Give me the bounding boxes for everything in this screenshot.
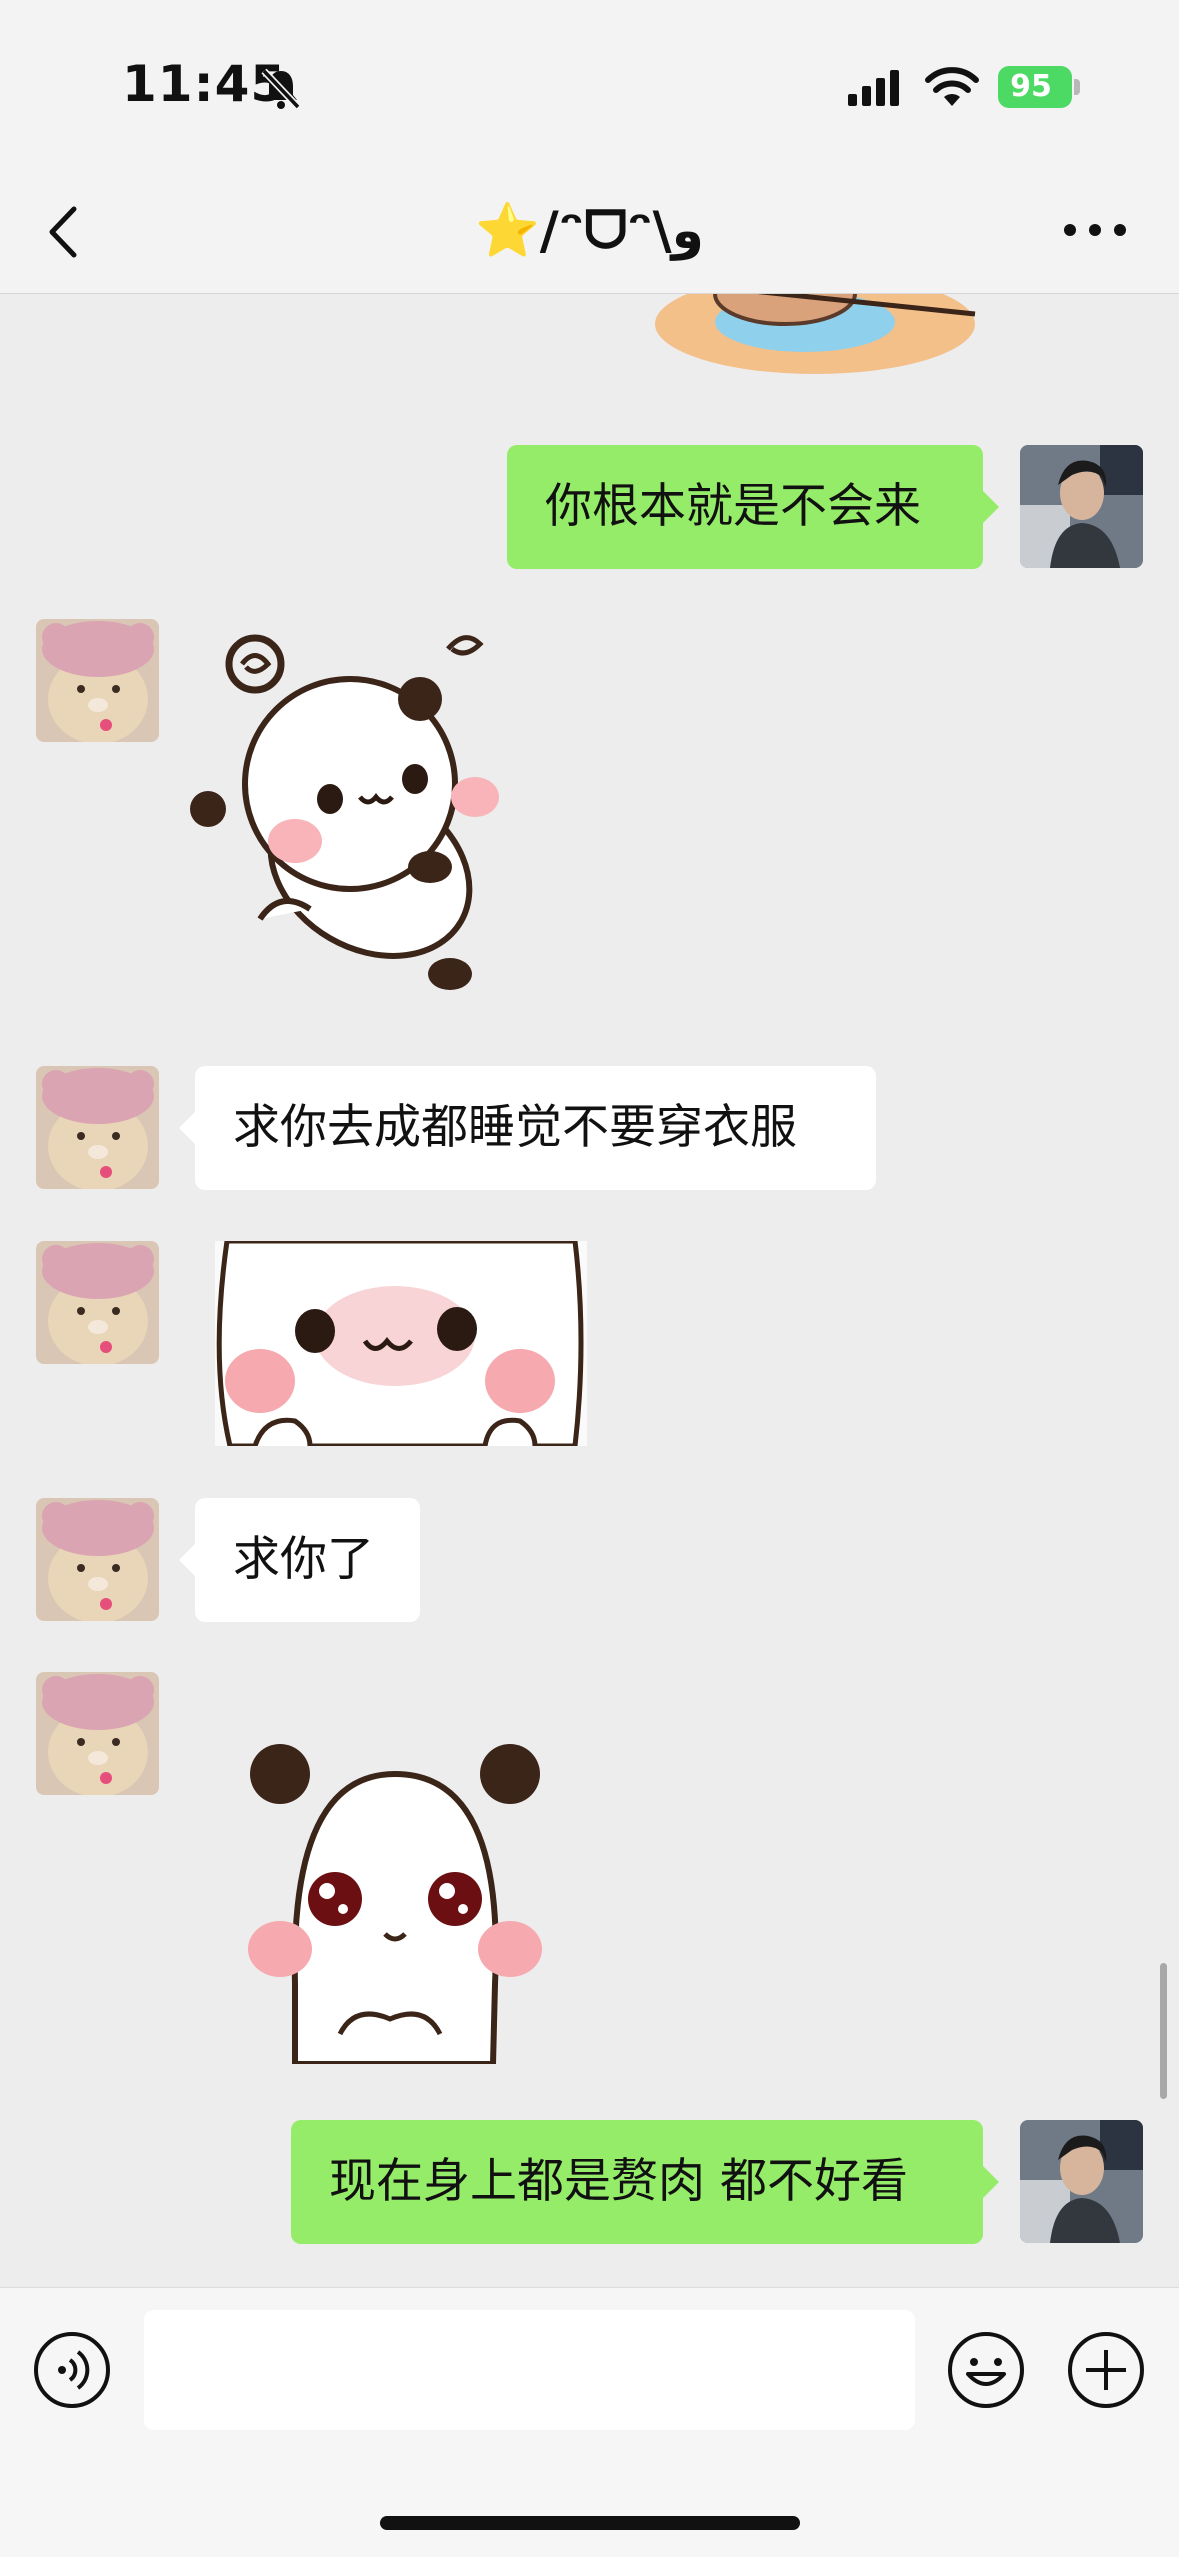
wifi-icon xyxy=(925,67,979,106)
battery-percentage: 95 xyxy=(1010,69,1052,104)
signal-icon xyxy=(848,70,899,106)
status-bar: 11:45 95 xyxy=(0,0,1179,170)
chevron-left-icon[interactable] xyxy=(40,197,90,267)
message-bubble-received[interactable]: 求你了 xyxy=(179,1498,420,1622)
home-indicator xyxy=(380,2516,800,2530)
avatar-contact[interactable] xyxy=(36,1066,159,1189)
message-bubble-sent[interactable]: 现在身上都是赘肉 都不好看 xyxy=(291,2120,999,2244)
ellipsis-icon[interactable] xyxy=(1060,215,1130,245)
avatar-contact[interactable] xyxy=(36,619,159,742)
sitting-panda-sticker-icon[interactable] xyxy=(225,1734,565,2064)
chat-title: ⭐️/ᵔᗜᵔ\و xyxy=(475,201,704,261)
avatar-me[interactable] xyxy=(1020,2120,1143,2243)
partial-sticker[interactable] xyxy=(655,294,985,394)
message-bubble-sent[interactable]: 你根本就是不会来 xyxy=(507,445,999,569)
avatar-contact[interactable] xyxy=(36,1241,159,1364)
battery-charging-icon: 95 xyxy=(998,66,1080,108)
message-text: 你根本就是不会来 xyxy=(545,479,921,534)
message-list[interactable]: 你根本就是不会来 求你去成都睡觉不要穿衣服 求你了 现在身上都是赘肉 都不好看 xyxy=(0,294,1179,2287)
message-input[interactable] xyxy=(144,2310,915,2430)
message-text: 求你了 xyxy=(233,1532,374,1587)
scrollbar[interactable] xyxy=(1160,1963,1167,2099)
input-bar xyxy=(0,2287,1179,2557)
bell-muted-icon xyxy=(261,68,301,110)
blushing-panda-sticker-icon[interactable] xyxy=(215,1241,587,1446)
avatar-me[interactable] xyxy=(1020,445,1143,568)
message-bubble-received[interactable]: 求你去成都睡觉不要穿衣服 xyxy=(179,1066,876,1190)
avatar-contact[interactable] xyxy=(36,1498,159,1621)
plus-icon[interactable] xyxy=(1066,2330,1146,2410)
smiley-icon[interactable] xyxy=(946,2330,1026,2410)
avatar-contact[interactable] xyxy=(36,1672,159,1795)
message-text: 求你去成都睡觉不要穿衣服 xyxy=(233,1100,797,1155)
chat-header: ⭐️/ᵔᗜᵔ\و xyxy=(0,170,1179,294)
voice-icon[interactable] xyxy=(32,2330,112,2410)
panda-sticker-icon[interactable] xyxy=(190,619,590,1009)
message-text: 现在身上都是赘肉 都不好看 xyxy=(329,2154,908,2209)
